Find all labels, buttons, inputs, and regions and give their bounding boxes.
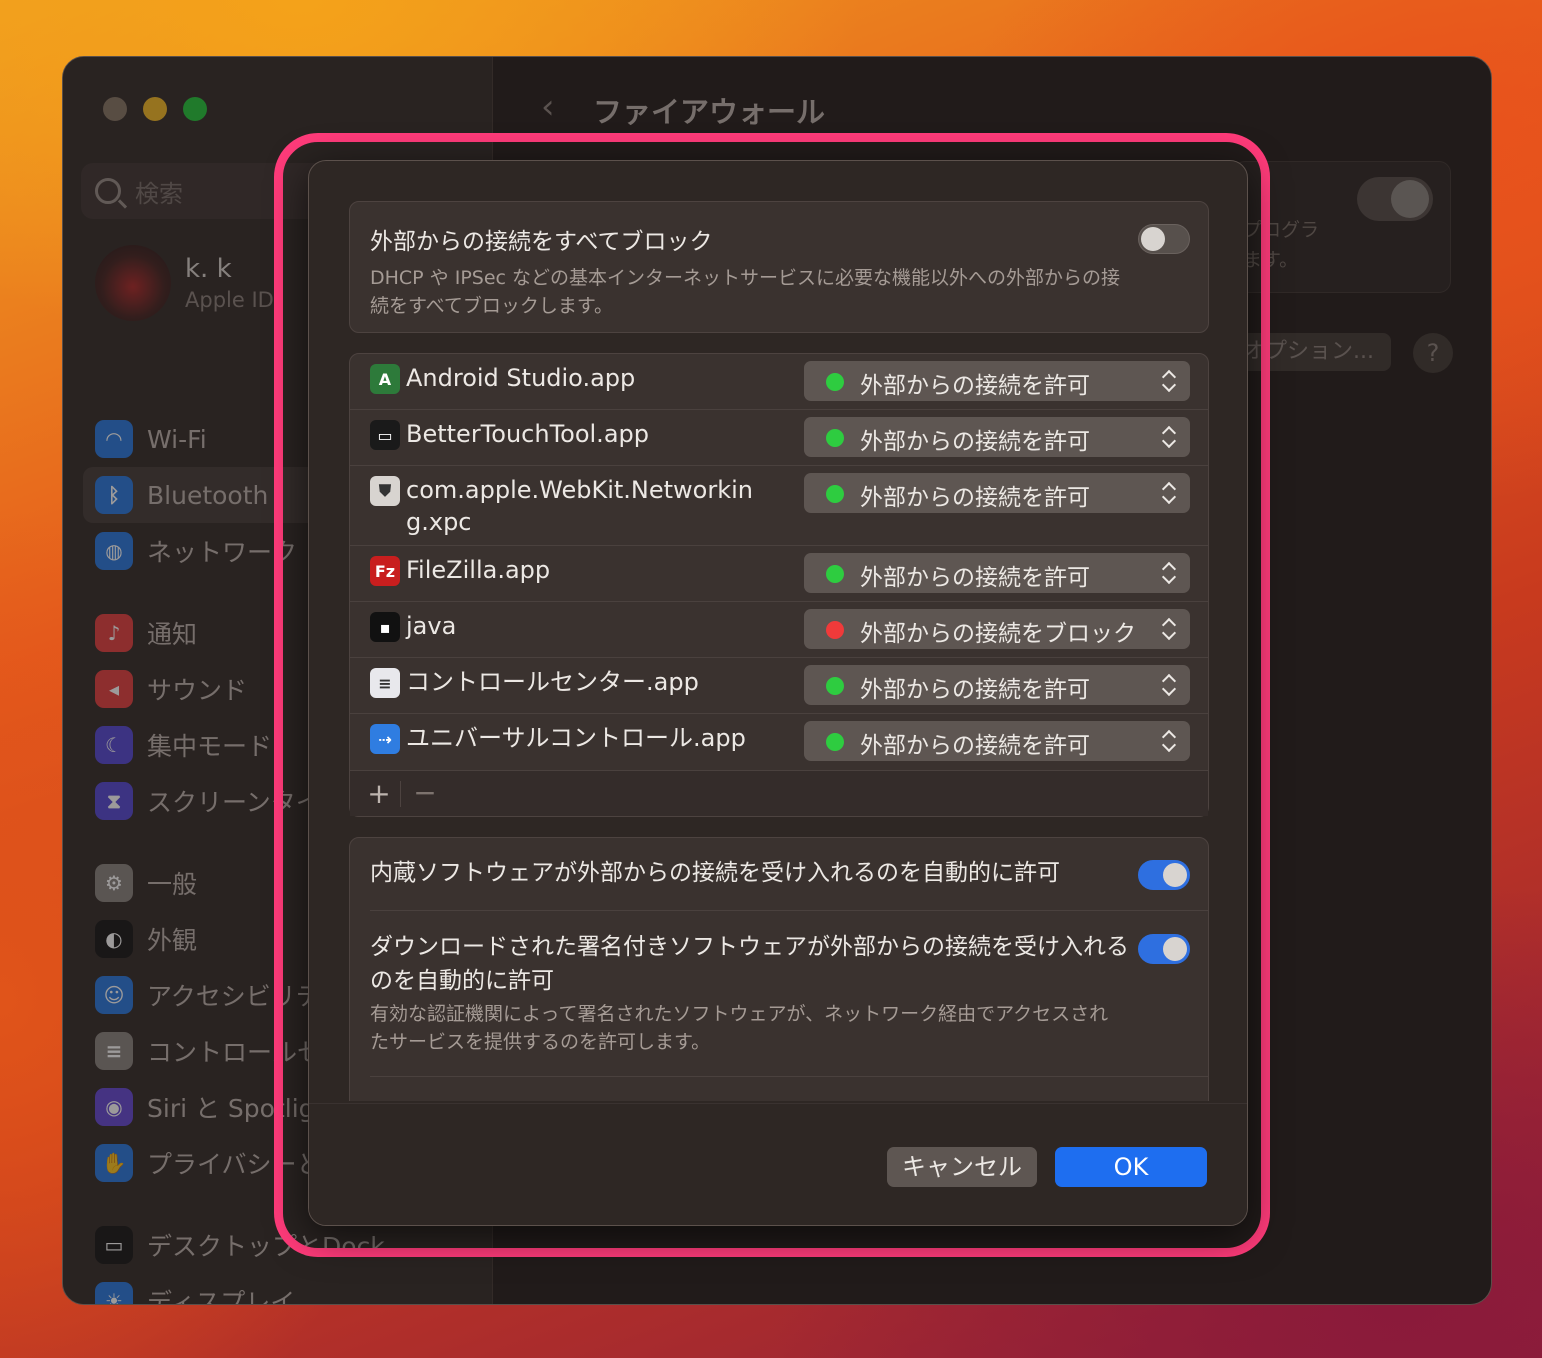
app-list-footer: + −	[350, 770, 1208, 816]
app-row[interactable]: ⇢ ユニバーサルコントロール.app 外部からの接続を許可	[350, 714, 1208, 770]
connection-policy-label: 外部からの接続を許可	[860, 565, 1090, 591]
universal-control-icon: ⇢	[370, 724, 400, 754]
auto-builtin-label: 内蔵ソフトウェアが外部からの接続を受け入れるのを自動的に許可	[370, 860, 1060, 886]
connection-policy-label: 外部からの接続をブロック	[860, 621, 1136, 647]
connection-policy-select[interactable]: 外部からの接続を許可	[804, 473, 1190, 513]
app-name: BetterTouchTool.app	[406, 420, 649, 448]
connection-policy-label: 外部からの接続を許可	[860, 677, 1090, 703]
app-name: ユニバーサルコントロール.app	[406, 724, 746, 752]
status-allowed-icon	[826, 429, 844, 447]
filezilla-icon: Fz	[370, 556, 400, 586]
row-divider	[370, 910, 1208, 911]
app-name: コントロールセンター.app	[406, 668, 699, 696]
connection-policy-label: 外部からの接続を許可	[860, 733, 1090, 759]
status-allowed-icon	[826, 485, 844, 503]
app-name: Android Studio.app	[406, 364, 636, 392]
block-all-toggle[interactable]	[1138, 224, 1190, 254]
app-name: FileZilla.app	[406, 556, 551, 584]
connection-policy-select[interactable]: 外部からの接続を許可	[804, 361, 1190, 401]
app-row[interactable]: Fz FileZilla.app 外部からの接続を許可	[350, 546, 1208, 602]
auto-signed-label: ダウンロードされた署名付きソフトウェアが外部からの接続を受け入れるのを自動的に許…	[370, 934, 1129, 994]
app-name: java	[406, 612, 457, 640]
terminal-icon: ▪	[370, 612, 400, 642]
app-row[interactable]: ▪ java 外部からの接続をブロック	[350, 602, 1208, 658]
add-app-button[interactable]: +	[364, 777, 394, 810]
android-studio-icon: A	[370, 364, 400, 394]
up-down-chevron-icon	[1162, 421, 1176, 453]
connection-policy-label: 外部からの接続を許可	[860, 485, 1090, 511]
connection-policy-select[interactable]: 外部からの接続を許可	[804, 553, 1190, 593]
app-list: A Android Studio.app 外部からの接続を許可 ▭ BetterTouc…	[349, 353, 1209, 817]
app-name: com.apple.WebKit.Networking.xpc	[406, 476, 753, 536]
control-center-icon: ≡	[370, 668, 400, 698]
auto-builtin-toggle[interactable]	[1138, 860, 1190, 890]
remove-app-button[interactable]: −	[410, 776, 440, 809]
connection-policy-select[interactable]: 外部からの接続を許可	[804, 721, 1190, 761]
app-row[interactable]: ⛊ com.apple.WebKit.Networking.xpc 外部からの接続を…	[350, 466, 1208, 546]
up-down-chevron-icon	[1162, 477, 1176, 509]
connection-policy-select[interactable]: 外部からの接続を許可	[804, 665, 1190, 705]
connection-policy-select[interactable]: 外部からの接続を許可	[804, 417, 1190, 457]
bettertouchtool-icon: ▭	[370, 420, 400, 450]
status-allowed-icon	[826, 565, 844, 583]
app-row[interactable]: A Android Studio.app 外部からの接続を許可	[350, 354, 1208, 410]
block-all-card: 外部からの接続をすべてブロック DHCP や IPSec などの基本インターネッ…	[349, 201, 1209, 333]
up-down-chevron-icon	[1162, 557, 1176, 589]
connection-policy-label: 外部からの接続を許可	[860, 373, 1090, 399]
up-down-chevron-icon	[1162, 725, 1176, 757]
app-row[interactable]: ≡ コントロールセンター.app 外部からの接続を許可	[350, 658, 1208, 714]
connection-policy-select[interactable]: 外部からの接続をブロック	[804, 609, 1190, 649]
footer-separator	[309, 1103, 1247, 1104]
app-row[interactable]: ▭ BetterTouchTool.app 外部からの接続を許可	[350, 410, 1208, 466]
auto-signed-description: 有効な認証機関によって署名されたソフトウェアが、ネットワーク経由でアクセスされた…	[370, 1003, 1109, 1053]
status-allowed-icon	[826, 733, 844, 751]
auto-allow-card: 内蔵ソフトウェアが外部からの接続を受け入れるのを自動的に許可 ダウンロードされた…	[349, 837, 1209, 1127]
status-allowed-icon	[826, 677, 844, 695]
up-down-chevron-icon	[1162, 365, 1176, 397]
footer-divider	[400, 781, 401, 807]
connection-policy-label: 外部からの接続を許可	[860, 429, 1090, 455]
up-down-chevron-icon	[1162, 669, 1176, 701]
row-divider	[370, 1076, 1208, 1077]
cancel-button[interactable]: キャンセル	[887, 1147, 1037, 1187]
block-all-description: DHCP や IPSec などの基本インターネットサービスに必要な機能以外への外…	[370, 267, 1121, 317]
status-blocked-icon	[826, 621, 844, 639]
block-all-title: 外部からの接続をすべてブロック	[370, 229, 713, 255]
ok-button[interactable]: OK	[1055, 1147, 1207, 1187]
up-down-chevron-icon	[1162, 613, 1176, 645]
firewall-options-sheet: 外部からの接続をすべてブロック DHCP や IPSec などの基本インターネッ…	[308, 160, 1248, 1226]
webkit-shield-icon: ⛊	[370, 476, 400, 506]
auto-signed-toggle[interactable]	[1138, 934, 1190, 964]
status-allowed-icon	[826, 373, 844, 391]
